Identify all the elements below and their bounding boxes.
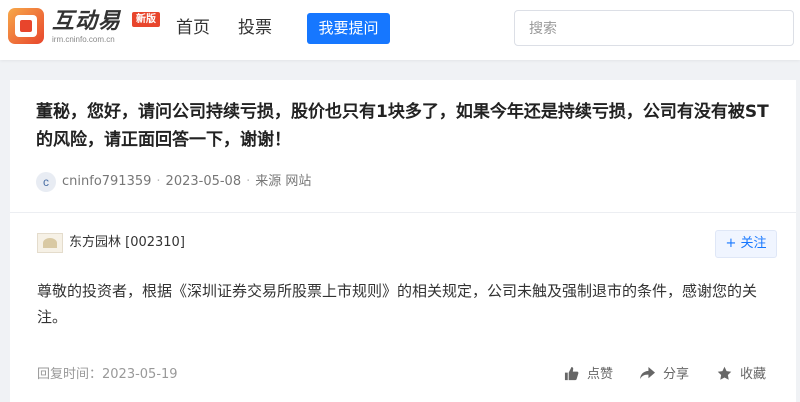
- question-date: 2023-05-08: [165, 174, 242, 189]
- question-text: 董秘，您好，请问公司持续亏损，股价也只有1块多了，如果今年还是持续亏损，公司有没…: [36, 102, 769, 150]
- share-label: 分享: [663, 367, 690, 382]
- logo-subtitle: irm.cninfo.com.cn: [52, 35, 115, 44]
- user-avatar[interactable]: c: [36, 172, 56, 192]
- question-meta: c cninfo791359 · 2023-05-08 · 来源 网站: [36, 171, 311, 193]
- answer-text: 尊敬的投资者，根据《深圳证券交易所股票上市规则》的相关规定，公司未触及强制退市的…: [37, 282, 758, 326]
- search-input[interactable]: [514, 10, 794, 46]
- follow-button[interactable]: + 关注: [715, 230, 777, 258]
- new-version-badge: 新版: [132, 12, 160, 27]
- top-navbar: 互动易 irm.cninfo.com.cn 新版 首页 投票 我要提问: [0, 0, 800, 60]
- company-info[interactable]: 东方园林 [002310]: [37, 232, 185, 254]
- favorite-button[interactable]: 收藏: [717, 364, 766, 386]
- site-logo[interactable]: 互动易 irm.cninfo.com.cn 新版: [8, 8, 160, 48]
- favorite-label: 收藏: [740, 367, 767, 382]
- question-user[interactable]: cninfo791359: [62, 174, 151, 189]
- star-icon: [717, 366, 732, 380]
- meta-separator: ·: [156, 174, 161, 189]
- thumbs-up-icon: [564, 366, 579, 381]
- plus-icon: +: [725, 236, 737, 251]
- share-arrow-icon: [640, 366, 655, 380]
- share-button[interactable]: 分享: [640, 364, 689, 386]
- reply-time: 回复时间：2023-05-19: [37, 367, 178, 382]
- nav-home[interactable]: 首页: [176, 17, 210, 39]
- like-button[interactable]: 点赞: [564, 364, 613, 386]
- divider: [10, 212, 796, 213]
- company-name: 东方园林 [002310]: [69, 235, 185, 250]
- ask-question-button[interactable]: 我要提问: [307, 13, 390, 44]
- company-logo-icon: [37, 233, 63, 253]
- qa-card: 董秘，您好，请问公司持续亏损，股价也只有1块多了，如果今年还是持续亏损，公司有没…: [10, 80, 796, 402]
- nav-vote[interactable]: 投票: [238, 17, 272, 39]
- cninfo-logo-icon: [8, 8, 44, 44]
- like-label: 点赞: [587, 367, 614, 382]
- answer-section: 东方园林 [002310] + 关注 尊敬的投资者，根据《深圳证券交易所股票上市规…: [27, 220, 796, 402]
- question-source: 来源 网站: [255, 174, 312, 189]
- meta-separator: ·: [246, 174, 251, 189]
- logo-title: 互动易: [52, 9, 122, 34]
- follow-label: 关注: [740, 236, 767, 251]
